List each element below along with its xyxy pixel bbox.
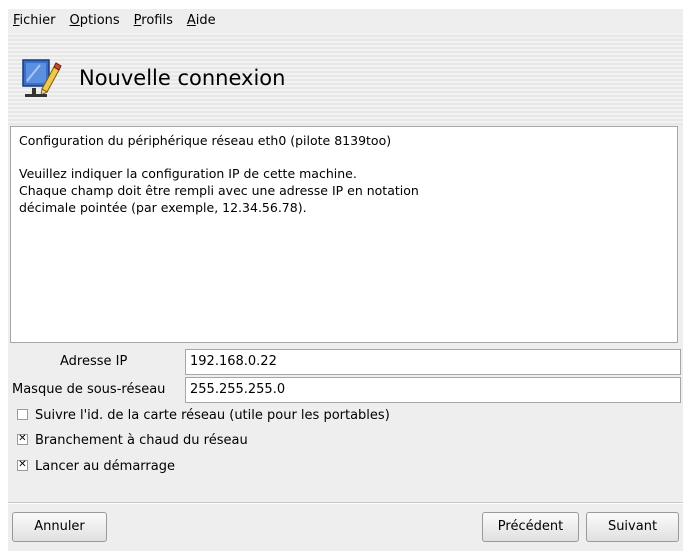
wizard-window: Fichier Options Profils Aide Nouvelle co… (8, 9, 683, 551)
description-line: Chaque champ doit être rempli avec une a… (19, 183, 419, 198)
ip-address-label: Adresse IP (60, 354, 128, 369)
ip-address-row: Adresse IP 192.168.0.22 (8, 349, 683, 375)
page-title: Nouvelle connexion (79, 66, 286, 90)
footer-separator-highlight (8, 503, 683, 504)
description-line: décimale pointée (par exemple, 12.34.56.… (19, 200, 307, 215)
hotplug-label[interactable]: Branchement à chaud du réseau (35, 430, 248, 452)
description-heading: Configuration du périphérique réseau eth… (19, 133, 392, 148)
hotplug-checkbox[interactable] (17, 432, 28, 446)
track-card-id-label[interactable]: Suivre l'id. de la carte réseau (utile p… (35, 405, 390, 427)
description-text-area[interactable]: Configuration du périphérique réseau eth… (10, 126, 678, 343)
cancel-button[interactable]: Annuler (12, 512, 107, 542)
wizard-content: Configuration du périphérique réseau eth… (8, 125, 683, 502)
menu-fichier[interactable]: Fichier (8, 9, 62, 33)
ip-address-input[interactable]: 192.168.0.22 (185, 349, 681, 375)
next-button[interactable]: Suivant (586, 512, 679, 542)
previous-button[interactable]: Précédent (482, 512, 579, 542)
track-card-id-checkbox[interactable] (17, 409, 28, 420)
wizard-header: Nouvelle connexion (8, 33, 683, 125)
menu-aide[interactable]: Aide (181, 9, 222, 33)
description-line: Veuillez indiquer la configuration IP de… (19, 166, 357, 181)
menu-profils[interactable]: Profils (128, 9, 179, 33)
netmask-input[interactable]: 255.255.255.0 (185, 377, 681, 403)
netmask-label: Masque de sous-réseau (12, 382, 166, 397)
start-at-boot-checkbox[interactable] (17, 458, 28, 472)
netmask-row: Masque de sous-réseau 255.255.255.0 (8, 377, 683, 403)
menu-options[interactable]: Options (64, 9, 126, 33)
start-at-boot-label[interactable]: Lancer au démarrage (35, 456, 175, 478)
network-edit-icon (22, 59, 62, 97)
menu-bar: Fichier Options Profils Aide (8, 9, 683, 33)
